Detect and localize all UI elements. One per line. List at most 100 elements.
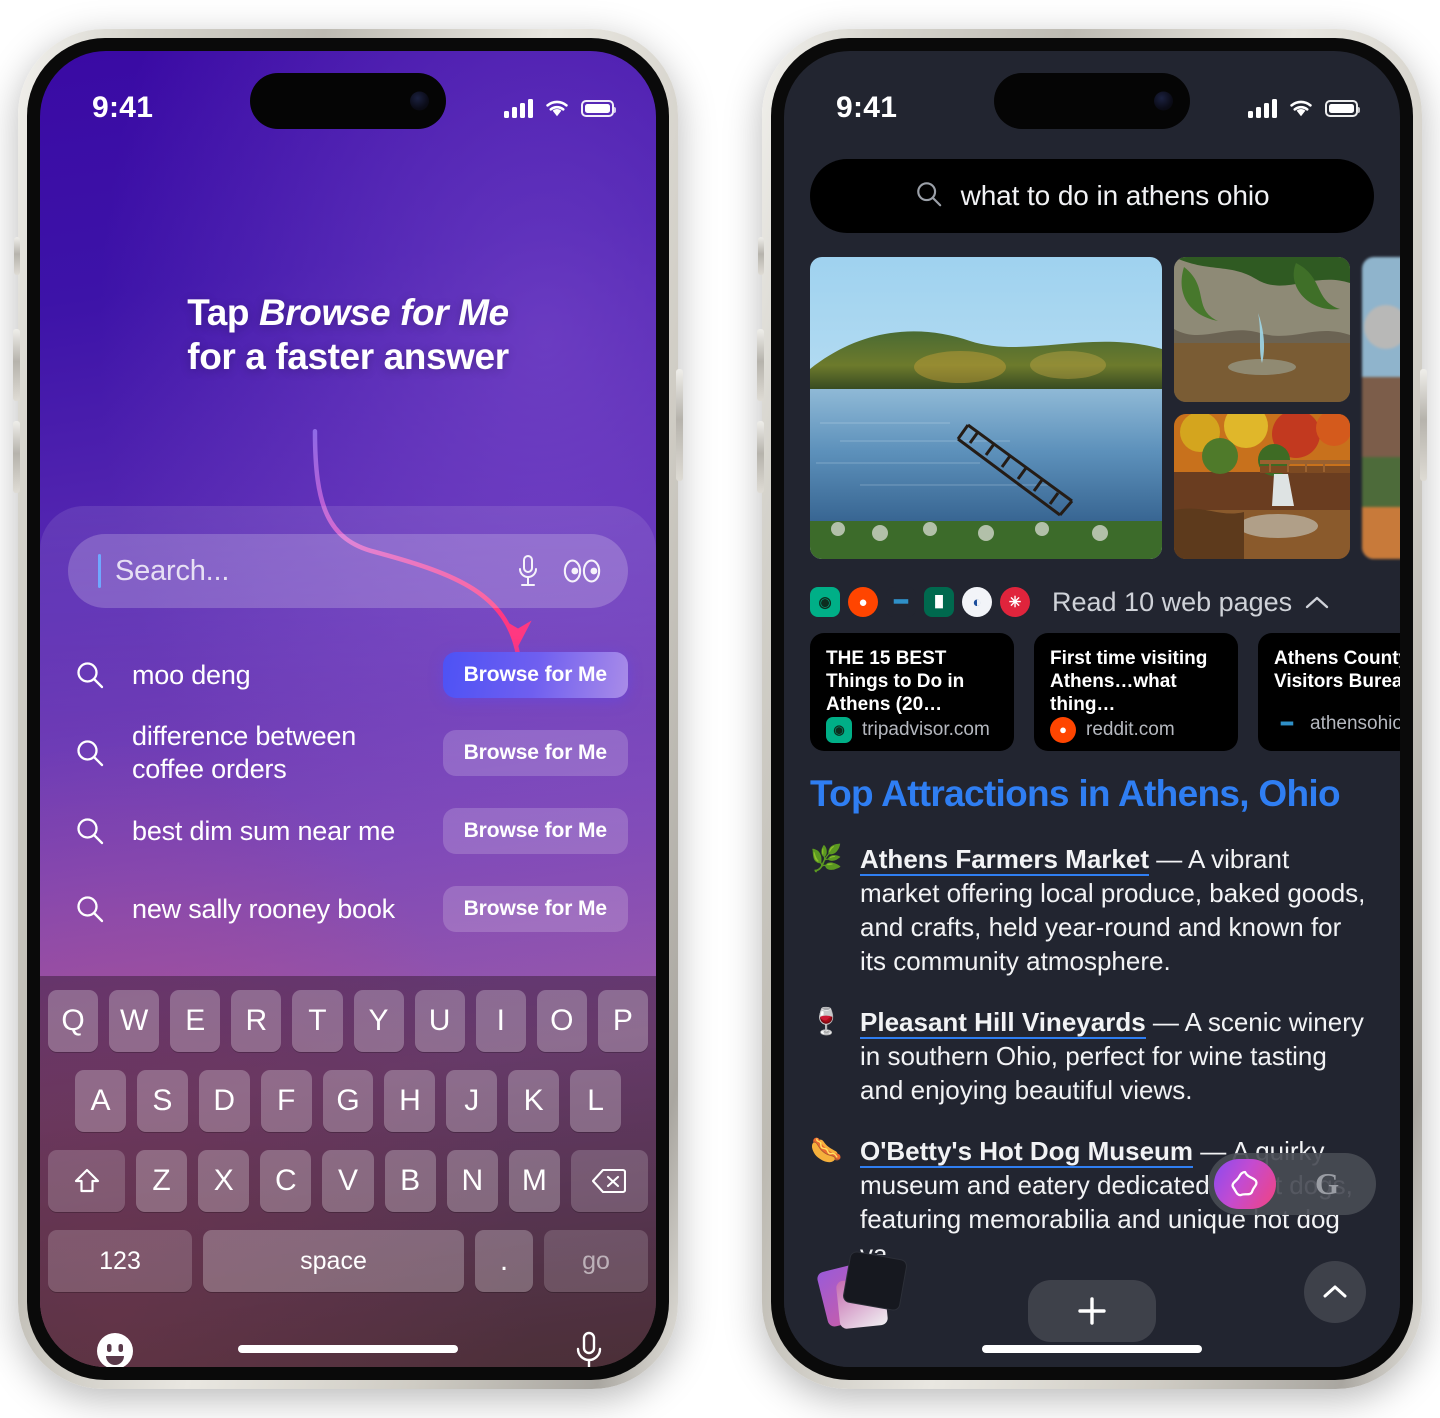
dual-phone-mockup: 9:41 Tap Browse for Me for a faster answ… [0,0,1440,1418]
attraction-link[interactable]: O'Betty's Hot Dog Museum [860,1135,1194,1168]
key-d[interactable]: D [198,1070,250,1132]
volume-down-button[interactable] [13,421,20,493]
athensohio-favicon: ━ [1274,711,1300,737]
search-icon [915,180,943,213]
period-key[interactable]: . [475,1230,533,1292]
key-m[interactable]: M [508,1150,560,1212]
query-bar[interactable]: what to do in athens ohio [810,159,1374,233]
key-e[interactable]: E [170,990,221,1052]
attraction-link[interactable]: Pleasant Hill Vineyards [860,1006,1146,1039]
home-indicator[interactable] [238,1345,458,1353]
microphone-icon[interactable] [508,551,548,591]
search-engine-toggle[interactable]: G [1208,1153,1376,1215]
home-indicator[interactable] [982,1345,1202,1353]
power-button[interactable] [676,369,683,481]
google-engine-button[interactable]: G [1284,1166,1370,1202]
backspace-icon[interactable] [570,1150,648,1212]
suggestion-text: new sally rooney book [132,893,395,924]
key-n[interactable]: N [446,1150,498,1212]
key-k[interactable]: K [508,1070,560,1132]
reddit-favicon: ● [848,587,878,617]
key-x[interactable]: X [198,1150,250,1212]
volume-up-button[interactable] [13,329,20,401]
key-h[interactable]: H [384,1070,436,1132]
source-card-title: THE 15 BEST Things to Do in Athens (20… [826,648,965,716]
result-image-partial[interactable] [1362,257,1400,559]
result-image-fall-bridge-waterfall[interactable] [1174,414,1350,559]
suggestion-row[interactable]: difference between coffee orders Browse … [40,714,656,792]
key-f[interactable]: F [260,1070,312,1132]
read-web-pages-label[interactable]: Read 10 web pages [1052,587,1330,618]
source-card-title: Athens County Visitors Bureau: [1274,648,1400,693]
query-text: what to do in athens ohio [960,180,1270,211]
answer-heading: Top Attractions in Athens, Ohio [810,773,1341,814]
key-z[interactable]: Z [136,1150,188,1212]
emoji-smiley-icon[interactable] [92,1328,138,1367]
read-web-pages-row[interactable]: ◉ ● ━ █ ◐ ✳ Read 10 web pages [810,579,1374,625]
source-card[interactable]: First time visiting Athens…what thing… ●… [1034,633,1238,751]
key-q[interactable]: Q [48,990,99,1052]
on-screen-keyboard: Q W E R T Y U I O P A S D F G H J K L Z … [40,976,656,1367]
chevron-up-icon[interactable] [1304,587,1330,618]
yelp-favicon: ✳ [1000,587,1030,617]
browse-for-me-button[interactable]: Browse for Me [442,730,628,776]
attraction-text: Athens Farmers Market — A vibrant market… [860,842,1374,979]
key-p[interactable]: P [597,990,648,1052]
key-s[interactable]: S [136,1070,188,1132]
power-button[interactable] [1420,369,1427,481]
read-web-pages-text: Read 10 web pages [1052,586,1293,617]
silent-switch[interactable] [758,237,764,275]
key-a[interactable]: A [75,1070,126,1132]
suggestion-text: best dim sum near me [132,815,396,846]
key-o[interactable]: O [536,990,587,1052]
key-r[interactable]: R [231,990,282,1052]
left-phone-device: 9:41 Tap Browse for Me for a faster answ… [13,29,683,1389]
key-b[interactable]: B [384,1150,436,1212]
search-placeholder: Search... [115,554,230,587]
shift-arrow-icon[interactable] [48,1150,125,1212]
eyes-icon[interactable] [562,551,602,591]
search-icon [70,816,110,846]
browse-for-me-button[interactable]: Browse for Me [442,808,628,854]
source-card[interactable]: Athens County Visitors Bureau: ━ athenso… [1258,633,1400,751]
hot-dog-emoji-icon: 🌭 [810,1134,843,1165]
key-y[interactable]: Y [353,990,404,1052]
key-t[interactable]: T [292,990,343,1052]
athensohio-favicon: ━ [886,587,916,617]
source-card[interactable]: THE 15 BEST Things to Do in Athens (20… … [810,633,1014,751]
browse-for-me-button[interactable]: Browse for Me [442,886,628,932]
text-cursor [98,554,101,588]
source-card-domain: reddit.com [1086,718,1175,740]
attraction-link[interactable]: Athens Farmers Market [860,843,1149,876]
reddit-favicon: ● [1050,716,1076,743]
key-g[interactable]: G [322,1070,374,1132]
key-w[interactable]: W [109,990,160,1052]
silent-switch[interactable] [14,237,20,275]
search-input[interactable]: Search... [68,534,628,608]
result-image-lake-pier[interactable] [810,257,1162,559]
scroll-to-top-button[interactable] [1304,1261,1366,1323]
new-tab-button[interactable] [1028,1280,1156,1342]
suggestion-row[interactable]: moo deng Browse for Me [40,636,656,714]
volume-down-button[interactable] [757,421,764,493]
key-c[interactable]: C [260,1150,312,1212]
browse-for-me-button[interactable]: Browse for Me [442,652,628,698]
search-suggestions-list: moo deng Browse for Me difference betwee… [40,636,656,948]
key-v[interactable]: V [322,1150,374,1212]
attraction-item: 🍷 Pleasant Hill Vineyards — A scenic win… [810,1005,1374,1108]
suggestion-row[interactable]: new sally rooney book Browse for Me [40,870,656,948]
numbers-key[interactable]: 123 [48,1230,192,1292]
result-image-rock-shelter[interactable] [1174,257,1350,402]
suggestion-row[interactable]: best dim sum near me Browse for Me [40,792,656,870]
microphone-icon[interactable] [574,1330,604,1367]
source-card-domain-row: ◉ tripadvisor.com [826,716,998,743]
space-key[interactable]: space [203,1230,464,1292]
key-j[interactable]: J [446,1070,498,1132]
arc-star-icon[interactable] [1214,1159,1276,1209]
key-i[interactable]: I [475,990,526,1052]
tab-stack-icon[interactable] [815,1250,916,1330]
go-key[interactable]: go [544,1230,648,1292]
key-l[interactable]: L [570,1070,622,1132]
key-u[interactable]: U [414,990,465,1052]
volume-up-button[interactable] [757,329,764,401]
